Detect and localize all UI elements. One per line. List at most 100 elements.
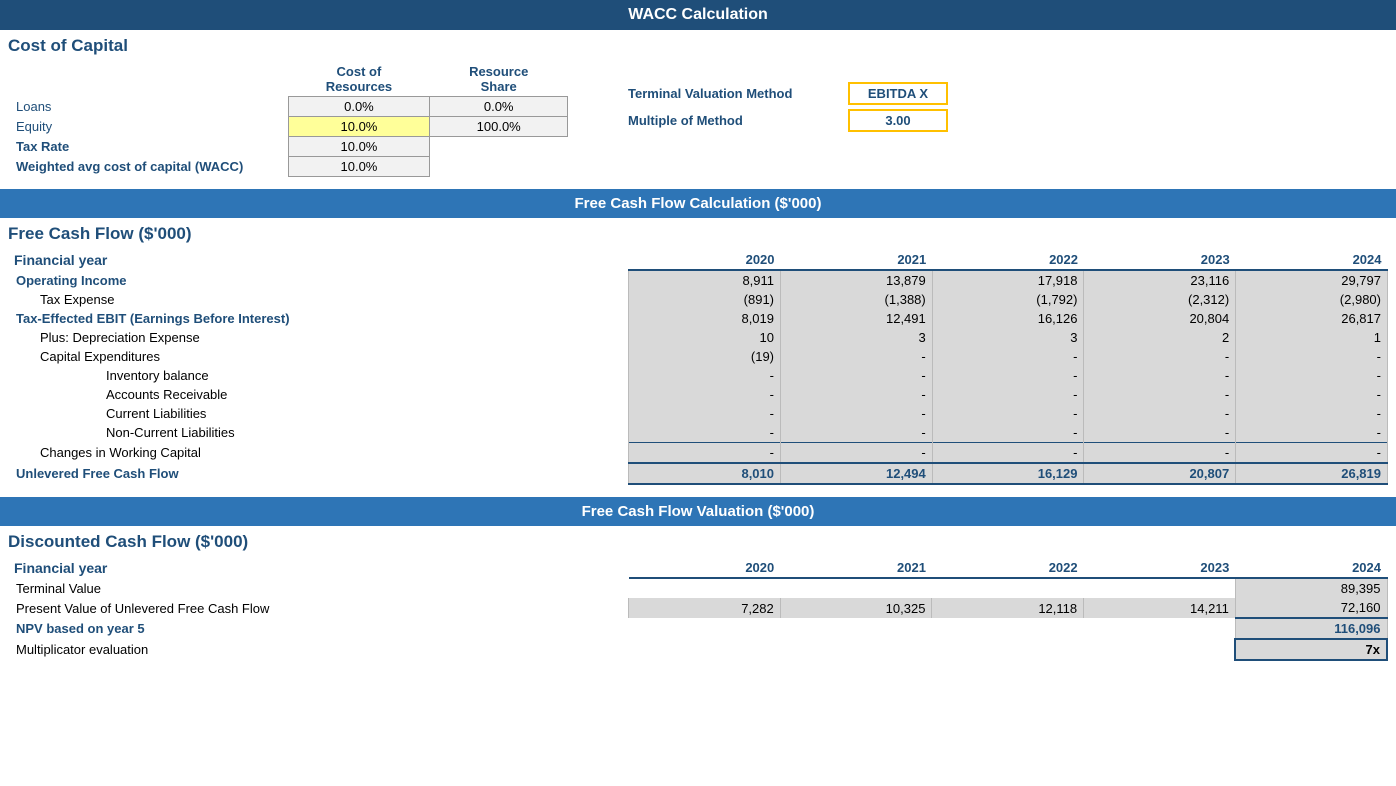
wacc-cost-1[interactable]: 10.0% xyxy=(288,117,430,137)
fcf-val-9-1: - xyxy=(781,443,933,464)
fcf-val-5-2: - xyxy=(932,366,1084,385)
fcf-val-8-1: - xyxy=(781,423,933,443)
fcf-val-7-1: - xyxy=(781,404,933,423)
fcf-val-8-4: - xyxy=(1236,423,1388,443)
fcf-val-2-4: 26,817 xyxy=(1236,309,1388,328)
fcf-label-9: Changes in Working Capital xyxy=(8,443,629,464)
fcf-val-7-3: - xyxy=(1084,404,1236,423)
fcf-val-7-4: - xyxy=(1236,404,1388,423)
fcf-val-1-1: (1,388) xyxy=(781,290,933,309)
fcf-val-8-0: - xyxy=(629,423,781,443)
fcf-val-10-4: 26,819 xyxy=(1236,463,1388,484)
fcf-val-5-0: - xyxy=(629,366,781,385)
wacc-table: Cost ofResources ResourceShare Loans0.0%… xyxy=(8,62,568,177)
fcf-val-10-3: 20,807 xyxy=(1084,463,1236,484)
dcf-year-2024: 2024 xyxy=(1235,558,1387,578)
fcf-val-0-4: 29,797 xyxy=(1236,270,1388,290)
fcf-val-2-3: 20,804 xyxy=(1084,309,1236,328)
dcf-container: Financial year 2020 2021 2022 2023 2024 … xyxy=(0,554,1396,665)
fcf-val-3-0: 10 xyxy=(629,328,781,347)
fcf-val-7-2: - xyxy=(932,404,1084,423)
wacc-label-2: Tax Rate xyxy=(8,137,288,157)
wacc-label-1: Equity xyxy=(8,117,288,137)
fcf-val-4-3: - xyxy=(1084,347,1236,366)
npv-empty-0 xyxy=(629,618,781,639)
dcf-label-1: Present Value of Unlevered Free Cash Flo… xyxy=(8,598,629,618)
main-header: WACC Calculation xyxy=(0,0,1396,30)
wacc-cost-3[interactable]: 10.0% xyxy=(288,157,430,177)
cost-of-capital-title: Cost of Capital xyxy=(0,30,1396,58)
npv-value: 116,096 xyxy=(1235,618,1387,639)
fcf-val-6-0: - xyxy=(629,385,781,404)
wacc-cost-2[interactable]: 10.0% xyxy=(288,137,430,157)
fcf-val-0-1: 13,879 xyxy=(781,270,933,290)
fcf-year-2024: 2024 xyxy=(1236,250,1388,270)
fcf-val-1-3: (2,312) xyxy=(1084,290,1236,309)
fcf-val-10-0: 8,010 xyxy=(629,463,781,484)
terminal-multiple-value[interactable]: 3.00 xyxy=(848,109,948,132)
fcf-val-10-1: 12,494 xyxy=(781,463,933,484)
fcf-label-7: Current Liabilities xyxy=(8,404,629,423)
fcf-val-0-2: 17,918 xyxy=(932,270,1084,290)
fcf-val-9-3: - xyxy=(1084,443,1236,464)
fcf-val-4-1: - xyxy=(781,347,933,366)
wacc-label-0: Loans xyxy=(8,97,288,117)
fcf-val-3-4: 1 xyxy=(1236,328,1388,347)
fcf-title: Free Cash Flow ($'000) xyxy=(0,218,1396,246)
multiplicator-value[interactable]: 7x xyxy=(1235,639,1387,660)
terminal-section: Terminal Valuation Method EBITDA X Multi… xyxy=(628,62,948,136)
fcf-year-col-label: Financial year xyxy=(8,250,629,270)
wacc-share-2 xyxy=(430,137,568,157)
fcf-val-4-4: - xyxy=(1236,347,1388,366)
terminal-multiple-label: Multiple of Method xyxy=(628,113,848,128)
fcf-year-2022: 2022 xyxy=(932,250,1084,270)
valuation-section-header: Free Cash Flow Valuation ($'000) xyxy=(0,497,1396,526)
fcf-val-7-0: - xyxy=(629,404,781,423)
fcf-year-2020: 2020 xyxy=(629,250,781,270)
npv-label: NPV based on year 5 xyxy=(8,618,629,639)
terminal-method-row: Terminal Valuation Method EBITDA X xyxy=(628,82,948,105)
cost-of-capital-container: Cost ofResources ResourceShare Loans0.0%… xyxy=(0,58,1396,181)
dcf-label-0: Terminal Value xyxy=(8,578,629,598)
fcf-val-1-4: (2,980) xyxy=(1236,290,1388,309)
fcf-year-2023: 2023 xyxy=(1084,250,1236,270)
multiplicator-label: Multiplicator evaluation xyxy=(8,639,629,660)
dcf-year-2021: 2021 xyxy=(780,558,932,578)
npv-empty-1 xyxy=(780,618,932,639)
wacc-share-1: 100.0% xyxy=(430,117,568,137)
fcf-val-9-2: - xyxy=(932,443,1084,464)
fcf-val-5-1: - xyxy=(781,366,933,385)
mult-empty-2 xyxy=(932,639,1084,660)
fcf-label-2: Tax-Effected EBIT (Earnings Before Inter… xyxy=(8,309,629,328)
npv-empty-3 xyxy=(1084,618,1236,639)
fcf-label-5: Inventory balance xyxy=(8,366,629,385)
dcf-val-1-3: 14,211 xyxy=(1084,598,1236,618)
terminal-multiple-row: Multiple of Method 3.00 xyxy=(628,109,948,132)
fcf-label-1: Tax Expense xyxy=(8,290,629,309)
terminal-method-value[interactable]: EBITDA X xyxy=(848,82,948,105)
fcf-val-8-2: - xyxy=(932,423,1084,443)
dcf-year-col-label: Financial year xyxy=(8,558,629,578)
fcf-val-2-2: 16,126 xyxy=(932,309,1084,328)
fcf-val-1-0: (891) xyxy=(629,290,781,309)
dcf-val-0-2 xyxy=(932,578,1084,598)
fcf-label-4: Capital Expenditures xyxy=(8,347,629,366)
wacc-share-0: 0.0% xyxy=(430,97,568,117)
dcf-val-1-2: 12,118 xyxy=(932,598,1084,618)
fcf-label-8: Non-Current Liabilities xyxy=(8,423,629,443)
fcf-val-5-4: - xyxy=(1236,366,1388,385)
dcf-year-2022: 2022 xyxy=(932,558,1084,578)
dcf-year-2023: 2023 xyxy=(1084,558,1236,578)
wacc-share-3 xyxy=(430,157,568,177)
fcf-table: Financial year 2020 2021 2022 2023 2024 … xyxy=(8,250,1388,485)
fcf-val-2-0: 8,019 xyxy=(629,309,781,328)
dcf-val-1-1: 10,325 xyxy=(780,598,932,618)
fcf-val-3-2: 3 xyxy=(932,328,1084,347)
dcf-title: Discounted Cash Flow ($'000) xyxy=(0,526,1396,554)
fcf-year-2021: 2021 xyxy=(781,250,933,270)
fcf-val-6-1: - xyxy=(781,385,933,404)
dcf-val-0-3 xyxy=(1084,578,1236,598)
fcf-val-0-3: 23,116 xyxy=(1084,270,1236,290)
wacc-cost-0[interactable]: 0.0% xyxy=(288,97,430,117)
fcf-container: Financial year 2020 2021 2022 2023 2024 … xyxy=(0,246,1396,489)
